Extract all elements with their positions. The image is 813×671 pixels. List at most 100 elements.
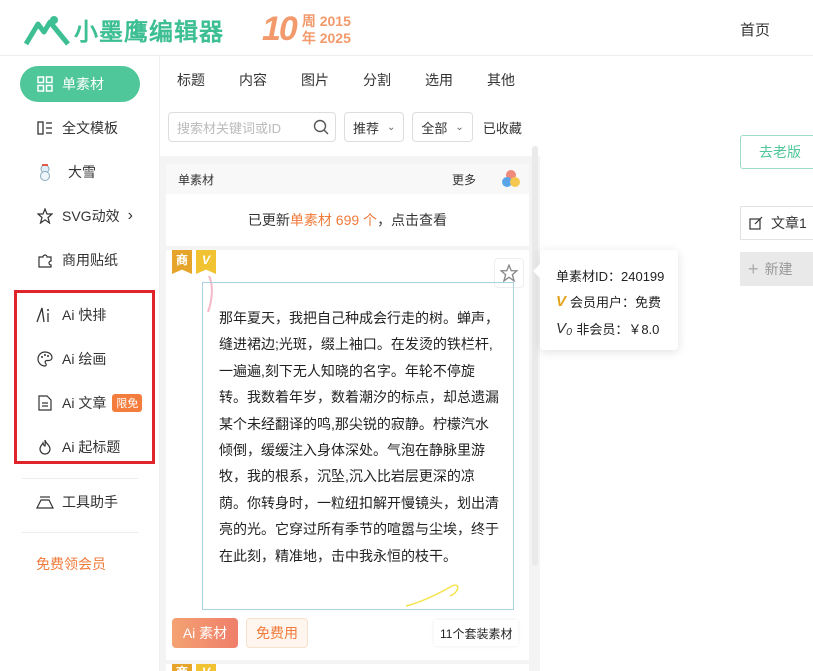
sidebar-item-ai-layout[interactable]: Ai 快排 xyxy=(34,297,106,333)
tab-other[interactable]: 其他 xyxy=(470,70,532,90)
tab-select[interactable]: 选用 xyxy=(408,70,470,90)
search-icon[interactable] xyxy=(313,119,329,135)
sidebar-item-tools[interactable]: 工具助手 xyxy=(34,484,118,520)
material-card[interactable]: 商 V xyxy=(166,664,529,671)
search-input[interactable]: 搜索材关键词或ID xyxy=(168,112,336,142)
chevron-right-icon: › xyxy=(127,207,133,224)
logo[interactable]: 小墨鹰编辑器 xyxy=(24,12,224,47)
member-v-icon: V xyxy=(556,293,567,311)
home-link[interactable]: 首页 xyxy=(740,19,770,40)
sidebar-item-label: Ai 文章 xyxy=(62,395,107,411)
material-info-tooltip: 单素材ID：240199 V 会员用户：免费 V₀ 非会员：￥8.0 xyxy=(533,250,678,350)
anniversary-line-1: 周 2015 xyxy=(301,12,351,29)
tab-content[interactable]: 内容 xyxy=(222,70,284,90)
sidebar-item-single-material[interactable]: 单素材 xyxy=(20,66,140,102)
ai-material-tag: Ai 素材 xyxy=(172,618,238,648)
material-id: 单素材ID：240199 xyxy=(556,268,665,284)
old-version-button[interactable]: 去老版 xyxy=(740,135,813,169)
set-materials-tag[interactable]: 11个套装素材 xyxy=(434,620,519,646)
material-text: 那年夏天，我把自己种成会行走的树。蝉声，缝进裙边;光斑，缀上袖口。在发烫的铁栏杆… xyxy=(219,310,499,564)
sidebar-item-full-template[interactable]: 全文模板 xyxy=(34,110,118,146)
new-article-button[interactable]: + 新建 xyxy=(740,252,813,286)
eagle-logo-icon xyxy=(24,15,70,46)
tab-image[interactable]: 图片 xyxy=(284,70,346,90)
vip-tag: V xyxy=(196,664,216,671)
anniversary-badge: 10 周 2015 年 2025 xyxy=(262,10,351,49)
sidebar-item-label: Ai 起标题 xyxy=(62,439,121,455)
chevron-down-icon: ⌄ xyxy=(387,121,396,133)
tooltip-nonmember-row: V₀ 非会员：￥8.0 xyxy=(556,315,678,342)
article-tab-label: 文章1 xyxy=(771,215,807,231)
material-preview: 那年夏天，我把自己种成会行走的树。蝉声，缝进裙边;光斑，缀上袖口。在发烫的铁栏杆… xyxy=(202,282,514,610)
scrollbar[interactable] xyxy=(532,146,538,566)
sidebar-item-label: 商用贴纸 xyxy=(62,252,118,268)
search-placeholder: 搜索材关键词或ID xyxy=(177,120,282,136)
article-tab[interactable]: 文章1 xyxy=(740,206,813,240)
update-count: 单素材 699 个 xyxy=(289,212,378,228)
toolbox-icon xyxy=(34,491,56,513)
commercial-tag: 商 xyxy=(172,664,192,671)
free-vip-link[interactable]: 免费领会员 xyxy=(36,554,106,574)
material-list: 单素材 更多 已更新 单素材 699 个 ，点击查看 商 V 那年夏天，我把自己… xyxy=(160,156,540,671)
ai-layout-icon xyxy=(34,304,56,326)
left-sidebar: 单素材 全文模板 大雪 SVG动效 › 商用贴纸 Ai 快排 Ai 绘画 Ai … xyxy=(0,56,160,671)
color-dots-icon[interactable] xyxy=(500,168,522,190)
filter-select-value: 全部 xyxy=(421,120,448,136)
sort-select[interactable]: 推荐 ⌄ xyxy=(344,112,405,142)
snowman-icon xyxy=(34,161,56,183)
new-article-label: 新建 xyxy=(764,261,793,277)
sidebar-item-label: 全文模板 xyxy=(62,120,118,136)
puzzle-icon xyxy=(34,249,56,271)
anniversary-line-2: 年 2025 xyxy=(301,29,351,46)
material-panel: 标题 内容 图片 分割 选用 其他 搜索材关键词或ID 推荐 ⌄ 全部 ⌄ 已收… xyxy=(160,56,540,671)
favorites-link[interactable]: 已收藏 xyxy=(483,118,522,137)
sort-select-value: 推荐 xyxy=(353,120,380,136)
star-outline-icon xyxy=(34,205,56,227)
sidebar-item-label: 大雪 xyxy=(68,164,96,180)
sidebar-divider xyxy=(22,532,138,533)
update-notice[interactable]: 已更新 单素材 699 个 ，点击查看 xyxy=(166,194,529,246)
sidebar-item-ai-article[interactable]: Ai 文章 限免 xyxy=(34,385,143,421)
grid-icon xyxy=(34,73,56,95)
plus-icon: + xyxy=(748,258,759,279)
sidebar-divider xyxy=(22,478,138,479)
sidebar-item-label: 单素材 xyxy=(62,76,104,92)
sidebar-item-svg-animation[interactable]: SVG动效 › xyxy=(34,198,133,234)
update-prefix: 已更新 xyxy=(247,212,290,228)
list-title: 单素材 xyxy=(178,172,215,187)
limited-free-badge: 限免 xyxy=(112,394,143,412)
chevron-down-icon: ⌄ xyxy=(455,121,464,133)
anniversary-number: 10 xyxy=(262,10,298,48)
nonmember-price: 非会员：￥8.0 xyxy=(576,321,660,337)
tab-title[interactable]: 标题 xyxy=(160,70,222,90)
sidebar-item-label: 工具助手 xyxy=(62,494,118,510)
search-row: 搜索材关键词或ID 推荐 ⌄ 全部 ⌄ 已收藏 xyxy=(168,112,522,142)
star-icon xyxy=(500,264,518,282)
more-link[interactable]: 更多 xyxy=(452,171,476,188)
decoration-swirl-icon xyxy=(405,584,459,607)
nonmember-v0-icon: V₀ xyxy=(556,319,573,337)
sidebar-item-label: Ai 绘画 xyxy=(62,351,107,367)
logo-text: 小墨鹰编辑器 xyxy=(74,19,224,46)
filter-select[interactable]: 全部 ⌄ xyxy=(412,112,473,142)
template-icon xyxy=(34,117,56,139)
sidebar-item-ai-title[interactable]: Ai 起标题 xyxy=(34,429,120,465)
flame-icon xyxy=(34,436,56,458)
palette-icon xyxy=(34,348,56,370)
free-use-tag: 免费用 xyxy=(246,618,308,648)
sidebar-item-label: Ai 快排 xyxy=(62,307,107,323)
sidebar-item-label: SVG动效 xyxy=(62,208,120,224)
tooltip-id-row: 单素材ID：240199 xyxy=(556,262,678,289)
update-suffix: ，点击查看 xyxy=(377,212,448,228)
tab-divider[interactable]: 分割 xyxy=(346,70,408,90)
list-header: 单素材 更多 xyxy=(166,164,529,194)
sidebar-item-snow[interactable]: 大雪 xyxy=(34,154,96,190)
commercial-tag: 商 xyxy=(172,250,192,274)
sidebar-item-ai-painting[interactable]: Ai 绘画 xyxy=(34,341,106,377)
member-price: 会员用户：免费 xyxy=(570,295,662,311)
material-card[interactable]: 商 V 那年夏天，我把自己种成会行走的树。蝉声，缝进裙边;光斑，缀上袖口。在发烫… xyxy=(166,250,529,660)
edit-icon xyxy=(749,216,763,230)
category-tabs: 标题 内容 图片 分割 选用 其他 xyxy=(160,70,540,90)
sidebar-item-stickers[interactable]: 商用贴纸 xyxy=(34,242,118,278)
top-header: 小墨鹰编辑器 10 周 2015 年 2025 首页 xyxy=(0,0,813,56)
